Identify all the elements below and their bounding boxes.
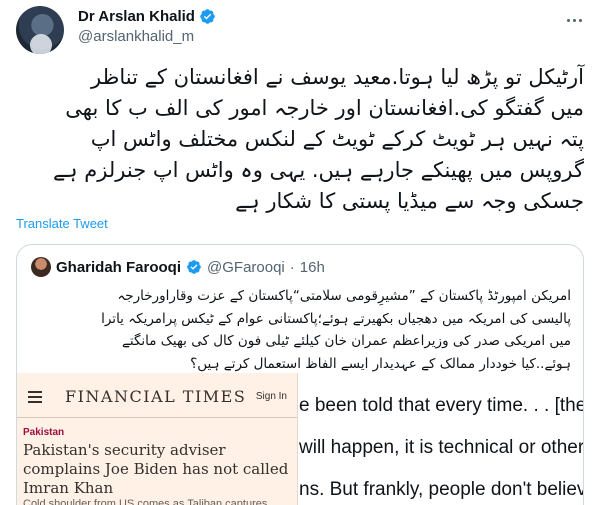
quoted-text-line: امریکن امپورٹڈ پاکستان کے ”مشیرِقومی سلا… bbox=[117, 288, 571, 304]
translate-tweet-link[interactable]: Translate Tweet bbox=[16, 216, 108, 231]
more-icon[interactable] bbox=[564, 10, 584, 30]
article-quote-line: will happen, it is technical or other bbox=[299, 437, 584, 458]
quoted-author-handle[interactable]: @GFarooqi bbox=[207, 259, 285, 276]
quoted-tweet-header: Gharidah Farooqi @GFarooqi · 16h bbox=[31, 257, 325, 277]
article-quote-image[interactable]: e been told that every time. . . [the wi… bbox=[298, 373, 584, 505]
quoted-tweet-text: امریکن امپورٹڈ پاکستان کے ”مشیرِقومی سلا… bbox=[29, 285, 571, 375]
ft-standfirst: Cold shoulder from US comes as Taliban c… bbox=[23, 498, 268, 505]
ft-logo: FINANCIAL TIMES bbox=[65, 387, 247, 406]
ft-signin: Sign In bbox=[255, 391, 287, 402]
tweet-text-line: میں گفتگو کی.افغانستان اور خارجہ امور کی… bbox=[65, 96, 584, 120]
quoted-text-line: پالیسی کی امریکہ میں دھجیاں بکھیرتے ہوئے… bbox=[101, 310, 571, 327]
tweet[interactable]: Dr Arslan Khalid @arslankhalid_m آرٹیکل … bbox=[0, 0, 600, 505]
ft-headline: Pakistan's security adviser complains Jo… bbox=[23, 441, 289, 497]
article-quote-line: ns. But frankly, people don't believ bbox=[299, 479, 584, 500]
article-quote-line: e been told that every time. . . [the bbox=[299, 395, 584, 416]
divider bbox=[17, 417, 297, 418]
quoted-avatar[interactable] bbox=[31, 257, 51, 277]
separator-dot: · bbox=[289, 258, 295, 276]
quoted-tweet[interactable]: Gharidah Farooqi @GFarooqi · 16h امریکن … bbox=[16, 244, 584, 505]
quoted-timestamp[interactable]: 16h bbox=[300, 259, 325, 276]
hamburger-menu-icon bbox=[28, 391, 42, 403]
tweet-text-line: جسکی وجہ سے میڈیا پستی کا شکار ہے bbox=[235, 189, 584, 213]
tweet-author: Dr Arslan Khalid @arslankhalid_m bbox=[78, 8, 216, 45]
tweet-text-line: آرٹیکل تو پڑھ لیا ہوتا.معید یوسف نے افغا… bbox=[91, 65, 584, 89]
author-handle[interactable]: @arslankhalid_m bbox=[78, 28, 216, 45]
quoted-author-name[interactable]: Gharidah Farooqi bbox=[56, 259, 181, 276]
author-row: Dr Arslan Khalid bbox=[78, 8, 216, 25]
tweet-text: آرٹیکل تو پڑھ لیا ہوتا.معید یوسف نے افغا… bbox=[16, 62, 584, 217]
avatar[interactable] bbox=[16, 6, 64, 54]
quoted-text-line: میں امریکی صدر کی وزیراعظم عمران خان کیل… bbox=[121, 333, 571, 349]
quoted-media[interactable]: FINANCIAL TIMES Sign In Pakistan Pakista… bbox=[17, 373, 584, 505]
tweet-text-line: پتہ نہیں ہر ٹویٹ کرکے ٹویٹ کے لنکس مختلف… bbox=[90, 127, 584, 151]
author-name[interactable]: Dr Arslan Khalid bbox=[78, 8, 195, 25]
tweet-text-line: گروپس میں پھینکے جارہے ہیں. یہی وہ واٹس … bbox=[53, 158, 584, 182]
ft-article-image[interactable]: FINANCIAL TIMES Sign In Pakistan Pakista… bbox=[17, 373, 298, 505]
verified-badge-icon bbox=[200, 9, 215, 24]
verified-badge-icon bbox=[187, 260, 201, 274]
quoted-text-line: ہوئے..کیا خوددار ممالک کے عہدیدار ایسے ا… bbox=[190, 355, 571, 372]
ft-kicker: Pakistan bbox=[23, 427, 65, 438]
